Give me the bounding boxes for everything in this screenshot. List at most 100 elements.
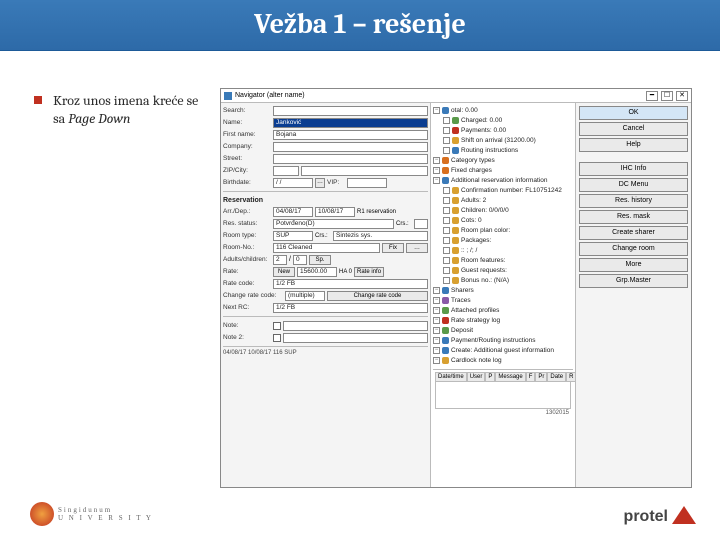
grid-col-header[interactable]: Message bbox=[495, 372, 525, 382]
expand-icon[interactable] bbox=[443, 217, 450, 224]
rate-amount-input[interactable]: 15600.00 bbox=[297, 267, 337, 277]
expand-icon[interactable]: − bbox=[433, 287, 440, 294]
expand-icon[interactable]: − bbox=[433, 327, 440, 334]
fix-button[interactable]: Fix bbox=[382, 243, 404, 253]
resstatus-input[interactable]: Potvrđeno(D) bbox=[273, 219, 394, 229]
more-button[interactable]: More bbox=[579, 258, 688, 272]
roomno-more-button[interactable]: … bbox=[406, 243, 428, 253]
tree-node[interactable]: Routing instructions bbox=[433, 145, 573, 155]
street-input[interactable] bbox=[273, 154, 428, 164]
chgratecode-input[interactable]: (multiple) bbox=[285, 291, 325, 301]
expand-icon[interactable] bbox=[443, 187, 450, 194]
tree-node[interactable]: −Sharers bbox=[433, 285, 573, 295]
expand-icon[interactable]: − bbox=[433, 177, 440, 184]
expand-icon[interactable]: − bbox=[433, 157, 440, 164]
crs2-input[interactable]: Sintezis sys. bbox=[333, 231, 428, 241]
note2-checkbox[interactable] bbox=[273, 334, 281, 342]
expand-icon[interactable] bbox=[443, 117, 450, 124]
expand-icon[interactable] bbox=[443, 127, 450, 134]
vip-input[interactable] bbox=[347, 178, 387, 188]
tree-node[interactable]: Cots: 0 bbox=[433, 215, 573, 225]
expand-icon[interactable]: − bbox=[433, 337, 440, 344]
expand-icon[interactable] bbox=[443, 137, 450, 144]
ok-button[interactable]: OK bbox=[579, 106, 688, 120]
grid-col-header[interactable]: Pr bbox=[535, 372, 547, 382]
maximize-button[interactable]: ☐ bbox=[661, 91, 673, 101]
grid-col-header[interactable]: R bbox=[566, 372, 576, 382]
city-input[interactable] bbox=[301, 166, 428, 176]
tree-node[interactable]: Shift on arrival (31200.00) bbox=[433, 135, 573, 145]
arrival-input[interactable]: 04/08/17 bbox=[273, 207, 313, 217]
tree-node[interactable]: −Payment/Routing instructions bbox=[433, 335, 573, 345]
tree-node[interactable]: Room features: bbox=[433, 255, 573, 265]
roomtype-input[interactable]: SUP bbox=[273, 231, 313, 241]
zip-input[interactable] bbox=[273, 166, 299, 176]
resmask-button[interactable]: Res. mask bbox=[579, 210, 688, 224]
birthdate-input[interactable]: / / bbox=[273, 178, 313, 188]
tree-node[interactable]: −Cardlock note log bbox=[433, 355, 573, 365]
roomno-input[interactable]: 116 Cleaned bbox=[273, 243, 380, 253]
tree-node[interactable]: Charged: 0.00 bbox=[433, 115, 573, 125]
expand-icon[interactable] bbox=[443, 277, 450, 284]
grid-col-header[interactable]: P bbox=[485, 372, 495, 382]
grpmaster-button[interactable]: Grp.Master bbox=[579, 274, 688, 288]
tree-node[interactable]: −Deposit bbox=[433, 325, 573, 335]
tree-node[interactable]: −Fixed charges bbox=[433, 165, 573, 175]
window-titlebar[interactable]: Navigator (alter name) ━ ☐ ✕ bbox=[221, 89, 691, 103]
nextrc-input[interactable]: 1/2 FB bbox=[273, 303, 428, 313]
tree-node[interactable]: −Rate strategy log bbox=[433, 315, 573, 325]
createsharer-button[interactable]: Create sharer bbox=[579, 226, 688, 240]
expand-icon[interactable] bbox=[443, 227, 450, 234]
expand-icon[interactable]: − bbox=[433, 107, 440, 114]
tree-node[interactable]: −Create: Additional guest information bbox=[433, 345, 573, 355]
close-button[interactable]: ✕ bbox=[676, 91, 688, 101]
expand-icon[interactable]: − bbox=[433, 297, 440, 304]
adults-input[interactable]: 2 bbox=[273, 255, 287, 265]
rate-new-button[interactable]: New bbox=[273, 267, 295, 277]
chgratecode-button[interactable]: Change rate code bbox=[327, 291, 428, 301]
grid-col-header[interactable]: User bbox=[467, 372, 486, 382]
expand-icon[interactable] bbox=[443, 247, 450, 254]
expand-icon[interactable]: − bbox=[433, 347, 440, 354]
tree-node[interactable]: Packages: bbox=[433, 235, 573, 245]
expand-icon[interactable]: − bbox=[433, 167, 440, 174]
help-button[interactable]: Help bbox=[579, 138, 688, 152]
tree-node[interactable]: −Attached profiles bbox=[433, 305, 573, 315]
expand-icon[interactable] bbox=[443, 237, 450, 244]
sp-button[interactable]: Sp. bbox=[309, 255, 331, 265]
expand-icon[interactable] bbox=[443, 207, 450, 214]
ihcinfo-button[interactable]: IHC Info bbox=[579, 162, 688, 176]
tree-node[interactable]: Guest requests: bbox=[433, 265, 573, 275]
tree-node[interactable]: :: ; /; / bbox=[433, 245, 573, 255]
expand-icon[interactable]: − bbox=[433, 317, 440, 324]
rateinfo-button[interactable]: Rate info bbox=[354, 267, 384, 277]
expand-icon[interactable] bbox=[443, 257, 450, 264]
tree-node[interactable]: Adults: 2 bbox=[433, 195, 573, 205]
dcmenu-button[interactable]: DC Menu bbox=[579, 178, 688, 192]
tree-node[interactable]: −Category types bbox=[433, 155, 573, 165]
name-input[interactable]: Janković bbox=[273, 118, 428, 128]
expand-icon[interactable]: − bbox=[433, 357, 440, 364]
tree-node[interactable]: Room plan color: bbox=[433, 225, 573, 235]
tree-node[interactable]: −Traces bbox=[433, 295, 573, 305]
departure-input[interactable]: 10/08/17 bbox=[315, 207, 355, 217]
grid-col-header[interactable]: Date bbox=[547, 372, 566, 382]
grid-body[interactable] bbox=[435, 381, 571, 409]
expand-icon[interactable] bbox=[443, 267, 450, 274]
children-input[interactable]: 0 bbox=[293, 255, 307, 265]
minimize-button[interactable]: ━ bbox=[646, 91, 658, 101]
tree-node[interactable]: −Additional reservation information bbox=[433, 175, 573, 185]
ratecode-input[interactable]: 1/2 FB bbox=[273, 279, 428, 289]
grid-col-header[interactable]: Date/time bbox=[435, 372, 467, 382]
changeroom-button[interactable]: Change room bbox=[579, 242, 688, 256]
search-input[interactable] bbox=[273, 106, 428, 116]
grid-col-header[interactable]: F bbox=[526, 372, 536, 382]
expand-icon[interactable] bbox=[443, 147, 450, 154]
note-checkbox[interactable] bbox=[273, 322, 281, 330]
tree-node[interactable]: Children: 0/0/0/0 bbox=[433, 205, 573, 215]
note2-input[interactable] bbox=[283, 333, 428, 343]
expand-icon[interactable]: − bbox=[433, 307, 440, 314]
company-input[interactable] bbox=[273, 142, 428, 152]
note-input[interactable] bbox=[283, 321, 428, 331]
tree-node[interactable]: Payments: 0.00 bbox=[433, 125, 573, 135]
